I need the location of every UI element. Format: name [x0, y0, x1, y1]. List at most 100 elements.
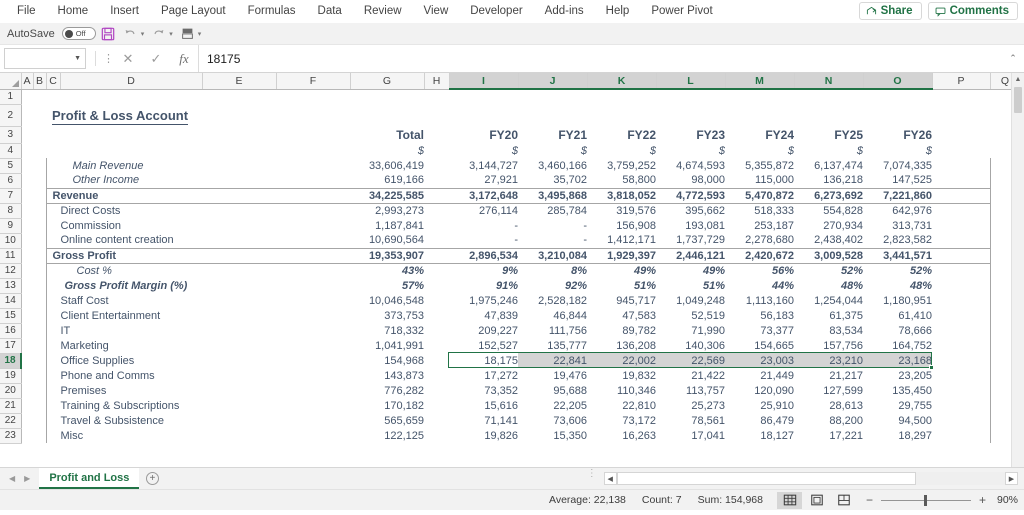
cell-total-15[interactable]: 373,753: [350, 308, 424, 323]
cell-o10[interactable]: 2,823,582: [863, 233, 932, 248]
cell-k12[interactable]: 49%: [587, 263, 656, 278]
row-header-6[interactable]: 6: [0, 173, 22, 189]
cell-total-8[interactable]: 2,993,273: [350, 203, 424, 218]
cell-k17[interactable]: 136,208: [587, 338, 656, 353]
cell-n12[interactable]: 52%: [794, 263, 863, 278]
header-fy23[interactable]: FY23: [656, 126, 725, 143]
hscroll-left-icon[interactable]: ◀: [603, 472, 617, 485]
currency-fy22[interactable]: $: [587, 143, 656, 158]
cell-m23[interactable]: 18,127: [725, 428, 794, 443]
cell-f2-rest[interactable]: [202, 104, 1020, 126]
name-box-caret-icon[interactable]: ▼: [74, 55, 81, 62]
empty-row-1[interactable]: [21, 89, 1020, 104]
cell-total-13[interactable]: 57%: [350, 278, 424, 293]
comments-button[interactable]: Comments: [927, 2, 1018, 20]
row-header-22[interactable]: 22: [0, 413, 22, 429]
cell-h-11[interactable]: [424, 247, 449, 264]
cell-p-14[interactable]: [932, 293, 991, 308]
cell-p-11[interactable]: [932, 247, 991, 264]
cell-total-17[interactable]: 1,041,991: [350, 338, 424, 353]
zoom-slider-track[interactable]: [881, 494, 971, 506]
cell-ab-15[interactable]: [21, 308, 46, 323]
row-header-15[interactable]: 15: [0, 308, 22, 324]
column-header-c[interactable]: C: [46, 73, 61, 90]
cell-m11[interactable]: 2,420,672: [725, 247, 794, 264]
page-break-preview-button[interactable]: [831, 492, 856, 509]
row-header-2[interactable]: 2: [0, 104, 22, 127]
row-label-9[interactable]: Commission: [45, 218, 350, 233]
cell-i8[interactable]: 276,114: [449, 203, 518, 218]
cell-m14[interactable]: 1,113,160: [725, 293, 794, 308]
cell-j8[interactable]: 285,784: [518, 203, 587, 218]
column-header-o[interactable]: O: [863, 73, 933, 90]
ribbon-tab-formulas[interactable]: Formulas: [237, 2, 307, 20]
cell-o23[interactable]: 18,297: [863, 428, 932, 443]
cell-p-19[interactable]: [932, 368, 991, 383]
cell-o19[interactable]: 23,205: [863, 368, 932, 383]
cell-h-17[interactable]: [424, 338, 449, 353]
cell-total-14[interactable]: 10,046,548: [350, 293, 424, 308]
cell-total-21[interactable]: 170,182: [350, 398, 424, 413]
scroll-up-icon[interactable]: ▲: [1012, 73, 1024, 86]
cell-i12[interactable]: 9%: [449, 263, 518, 278]
row-header-7[interactable]: 7: [0, 188, 22, 204]
cell-n11[interactable]: 3,009,528: [794, 247, 863, 264]
cell-j20[interactable]: 95,688: [518, 383, 587, 398]
select-all-corner[interactable]: [0, 73, 22, 90]
row-header-19[interactable]: 19: [0, 368, 22, 384]
cell-k23[interactable]: 16,263: [587, 428, 656, 443]
row-header-10[interactable]: 10: [0, 233, 22, 249]
cell-l21[interactable]: 25,273: [656, 398, 725, 413]
cell-i6[interactable]: 27,921: [449, 173, 518, 188]
cell-l15[interactable]: 52,519: [656, 308, 725, 323]
cell-total-6[interactable]: 619,166: [350, 173, 424, 188]
cell-o11[interactable]: 3,441,571: [863, 247, 932, 264]
cell-ab-20[interactable]: [21, 383, 46, 398]
cell-p-17[interactable]: [932, 338, 991, 353]
cell-k6[interactable]: 58,800: [587, 173, 656, 188]
ribbon-tab-page-layout[interactable]: Page Layout: [150, 2, 237, 20]
cell-h-19[interactable]: [424, 368, 449, 383]
cell-k9[interactable]: 156,908: [587, 218, 656, 233]
header-fy20[interactable]: FY20: [449, 126, 518, 143]
cell-j23[interactable]: 15,350: [518, 428, 587, 443]
cell-i10[interactable]: -: [449, 233, 518, 248]
cell-h-21[interactable]: [424, 398, 449, 413]
cell-total-22[interactable]: 565,659: [350, 413, 424, 428]
cell-o21[interactable]: 29,755: [863, 398, 932, 413]
page-layout-view-button[interactable]: [804, 492, 829, 509]
cell-h-22[interactable]: [424, 413, 449, 428]
cell-n17[interactable]: 157,756: [794, 338, 863, 353]
cell-i15[interactable]: 47,839: [449, 308, 518, 323]
cell-ab-17[interactable]: [21, 338, 46, 353]
cell-i23[interactable]: 19,826: [449, 428, 518, 443]
row-label-22[interactable]: Travel & Subsistence: [45, 413, 350, 428]
cell-i14[interactable]: 1,975,246: [449, 293, 518, 308]
row-label-6[interactable]: Other Income: [45, 173, 350, 188]
cell-m21[interactable]: 25,910: [725, 398, 794, 413]
row-header-1[interactable]: 1: [0, 89, 22, 105]
header-total[interactable]: Total: [350, 126, 424, 143]
row-header-17[interactable]: 17: [0, 338, 22, 354]
row-header-20[interactable]: 20: [0, 383, 22, 399]
cell-p3-q3[interactable]: [932, 126, 1020, 143]
cell-a3-f3[interactable]: [21, 126, 350, 143]
cell-j21[interactable]: 22,205: [518, 398, 587, 413]
cell-h-15[interactable]: [424, 308, 449, 323]
column-header-a[interactable]: A: [21, 73, 34, 90]
hscroll-track[interactable]: [616, 472, 1005, 485]
cell-n8[interactable]: 554,828: [794, 203, 863, 218]
sheet-prev-icon[interactable]: ◀: [9, 474, 15, 483]
cell-m16[interactable]: 73,377: [725, 323, 794, 338]
vertical-scrollbar[interactable]: ▲: [1011, 73, 1024, 467]
cell-n13[interactable]: 48%: [794, 278, 863, 293]
horizontal-scrollbar[interactable]: ◀ ▶: [603, 468, 1024, 489]
row-label-23[interactable]: Misc: [45, 428, 350, 443]
cell-p-22[interactable]: [932, 413, 991, 428]
cell-i20[interactable]: 73,352: [449, 383, 518, 398]
zoom-slider-thumb[interactable]: [924, 494, 928, 506]
column-header-j[interactable]: J: [518, 73, 588, 90]
cell-l10[interactable]: 1,737,729: [656, 233, 725, 248]
cell-total-10[interactable]: 10,690,564: [350, 233, 424, 248]
formula-input[interactable]: 18175: [198, 45, 1002, 72]
